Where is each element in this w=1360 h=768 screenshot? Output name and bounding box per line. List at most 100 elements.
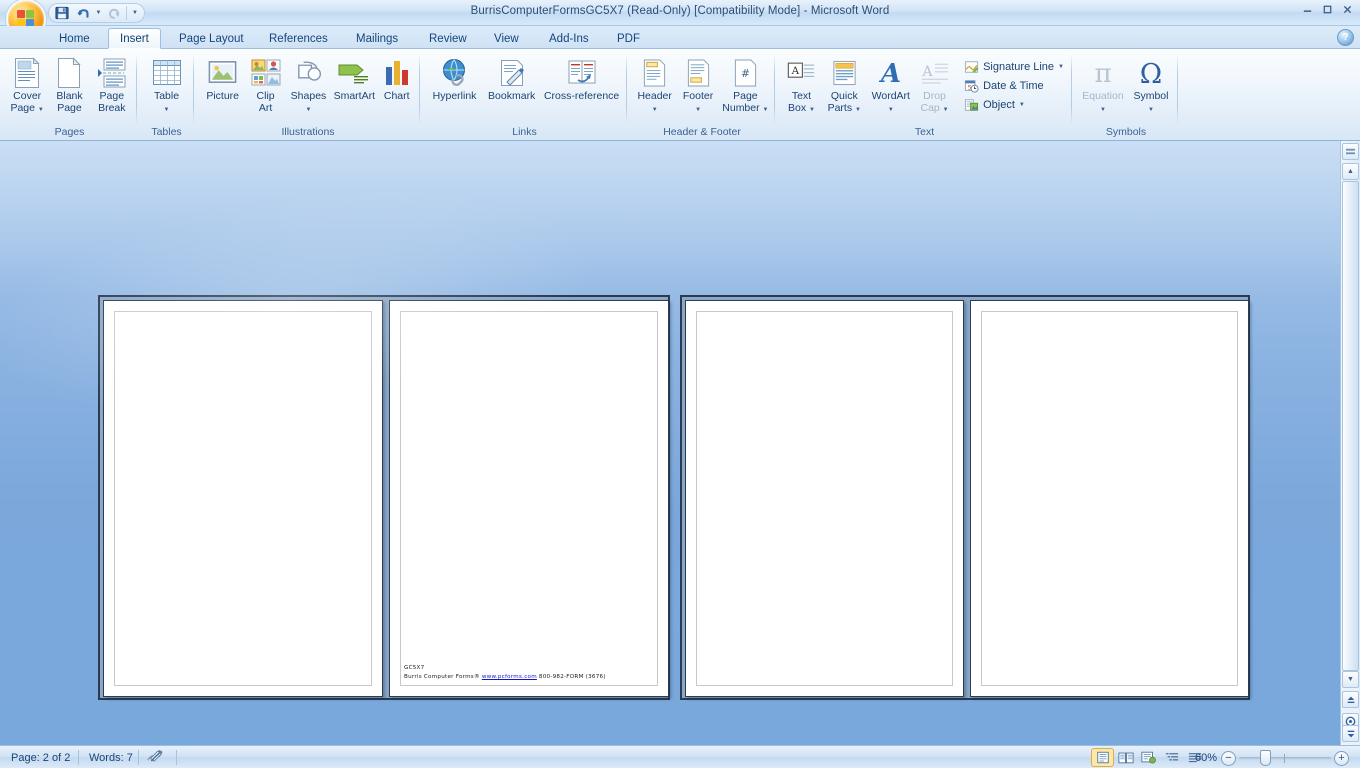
symbol-button[interactable]: Ω Symbol ▼ <box>1128 53 1174 119</box>
outline-button[interactable] <box>1161 749 1182 766</box>
blank-page-label: Blank Page <box>56 90 83 114</box>
tab-review[interactable]: Review <box>418 28 478 49</box>
footer-button[interactable]: Footer ▼ <box>676 53 719 119</box>
window-controls <box>1299 2 1356 17</box>
window-title: BurrisComputerFormsGC5X7 (Read-Only) [Co… <box>470 5 890 17</box>
quick-parts-button[interactable]: Quick Parts ▼ <box>822 53 867 119</box>
header-label: Header ▼ <box>637 90 672 113</box>
table-button[interactable]: Table ▼ <box>143 53 190 119</box>
scroll-down-button[interactable]: ▼ <box>1342 671 1359 688</box>
maximize-button[interactable] <box>1319 2 1336 17</box>
picture-button[interactable]: Picture <box>200 53 245 119</box>
group-label-pages: Pages <box>54 126 85 138</box>
proofing-errors-button[interactable] <box>142 749 168 766</box>
zoom-slider-track[interactable] <box>1239 757 1331 760</box>
split-handle-icon <box>1346 148 1355 155</box>
cover-page-button[interactable]: Cover Page ▼ <box>6 53 48 119</box>
cross-reference-button[interactable]: Cross-reference <box>540 53 623 119</box>
page-break-button[interactable]: Page Break <box>91 53 133 119</box>
split-handle[interactable] <box>1342 143 1359 160</box>
vertical-scrollbar[interactable]: ▲ ▼ <box>1340 141 1360 761</box>
group-label-tables: Tables <box>151 126 182 138</box>
shapes-label: Shapes ▼ <box>290 90 327 113</box>
header-icon <box>641 56 668 89</box>
tab-insert[interactable]: Insert <box>108 28 161 49</box>
quick-parts-icon <box>831 56 858 89</box>
svg-text:A: A <box>878 59 901 88</box>
shapes-button[interactable]: Shapes ▼ <box>286 53 331 119</box>
drop-cap-button[interactable]: A Drop Cap ▼ <box>915 53 954 119</box>
table-icon <box>151 56 183 89</box>
tab-view[interactable]: View <box>483 28 530 49</box>
scrollbar-thumb[interactable] <box>1342 181 1359 671</box>
web-layout-button[interactable] <box>1138 749 1159 766</box>
tab-mailings[interactable]: Mailings <box>345 28 409 49</box>
footer-icon <box>685 56 712 89</box>
signature-line-label: Signature Line <box>983 60 1055 73</box>
zoom-in-button[interactable]: + <box>1334 751 1349 766</box>
maximize-icon <box>1323 5 1332 14</box>
cross-reference-icon <box>567 56 597 89</box>
wordart-button[interactable]: A WordArt ▼ <box>867 53 915 119</box>
date-time-button[interactable]: 5 Date & Time <box>960 76 1068 95</box>
blank-page-button[interactable]: Blank Page <box>48 53 90 119</box>
hyperlink-button[interactable]: Hyperlink <box>426 53 483 119</box>
minimize-icon <box>1303 10 1312 12</box>
tab-page-layout[interactable]: Page Layout <box>168 28 255 49</box>
page-indicator[interactable]: Page: 2 of 2 <box>4 749 77 766</box>
signature-line-button[interactable]: Signature Line ▼ <box>960 57 1068 76</box>
page-margin-guides <box>114 311 372 686</box>
print-layout-icon <box>1096 751 1109 764</box>
double-chevron-down-icon <box>1347 730 1354 737</box>
help-button[interactable]: ? <box>1337 29 1354 46</box>
page-left-a[interactable] <box>103 300 383 697</box>
omega-icon: Ω <box>1136 56 1166 89</box>
word-count[interactable]: Words: 7 <box>82 749 140 766</box>
group-label-links: Links <box>512 126 537 138</box>
zoom-out-button[interactable]: − <box>1221 751 1236 766</box>
header-button[interactable]: Header ▼ <box>633 53 676 119</box>
next-page-button[interactable] <box>1342 725 1359 742</box>
outline-icon <box>1165 753 1178 761</box>
status-separator <box>176 750 177 765</box>
wordart-icon: A <box>877 56 905 89</box>
tab-references[interactable]: References <box>258 28 339 49</box>
sheet-left[interactable]: GC5X7 Burris Computer Forms® www.pcforms… <box>98 295 670 700</box>
chart-button[interactable]: Chart <box>377 53 416 119</box>
tab-home[interactable]: Home <box>48 28 101 49</box>
previous-page-button[interactable] <box>1342 691 1359 708</box>
smartart-button[interactable]: SmartArt <box>331 53 377 119</box>
zoom-slider-thumb[interactable] <box>1260 750 1271 766</box>
page-left-b[interactable]: GC5X7 Burris Computer Forms® www.pcforms… <box>389 300 669 697</box>
blank-page-icon <box>55 56 83 89</box>
document-canvas[interactable]: GC5X7 Burris Computer Forms® www.pcforms… <box>0 141 1340 745</box>
object-button[interactable]: Object ▼ <box>960 95 1068 114</box>
tab-add-ins[interactable]: Add-Ins <box>538 28 600 49</box>
page-right-a[interactable] <box>685 300 964 697</box>
object-label: Object <box>983 98 1015 111</box>
bookmark-button[interactable]: Bookmark <box>483 53 540 119</box>
equation-button[interactable]: π Equation ▼ <box>1078 53 1128 119</box>
pcforms-hyperlink[interactable]: www.pcforms.com <box>482 674 537 680</box>
print-layout-button[interactable] <box>1091 748 1114 767</box>
page-number-button[interactable]: # Page Number ▼ <box>720 53 771 119</box>
smartart-label: SmartArt <box>333 90 375 102</box>
page-right-b[interactable] <box>970 300 1249 697</box>
page-margin-guides <box>696 311 953 686</box>
sheet-right[interactable] <box>680 295 1250 700</box>
group-label-symbols: Symbols <box>1105 126 1147 138</box>
full-screen-reading-button[interactable] <box>1115 749 1136 766</box>
chevron-up-icon: ▲ <box>1347 168 1354 175</box>
close-button[interactable] <box>1339 2 1356 17</box>
status-bar: Page: 2 of 2 Words: 7 60% − + <box>0 745 1360 768</box>
pi-icon: π <box>1088 56 1118 89</box>
scroll-up-button[interactable]: ▲ <box>1342 163 1359 180</box>
object-icon <box>965 98 979 111</box>
svg-text:π: π <box>1094 59 1111 88</box>
text-box-button[interactable]: A Text Box ▼ <box>781 53 822 119</box>
ribbon: Cover Page ▼ Blank Page Page Break Pages… <box>0 49 1360 141</box>
minimize-button[interactable] <box>1299 2 1316 17</box>
clip-art-button[interactable]: Clip Art <box>245 53 286 119</box>
zoom-level[interactable]: 60% <box>1188 749 1224 766</box>
tab-pdf[interactable]: PDF <box>606 28 651 49</box>
